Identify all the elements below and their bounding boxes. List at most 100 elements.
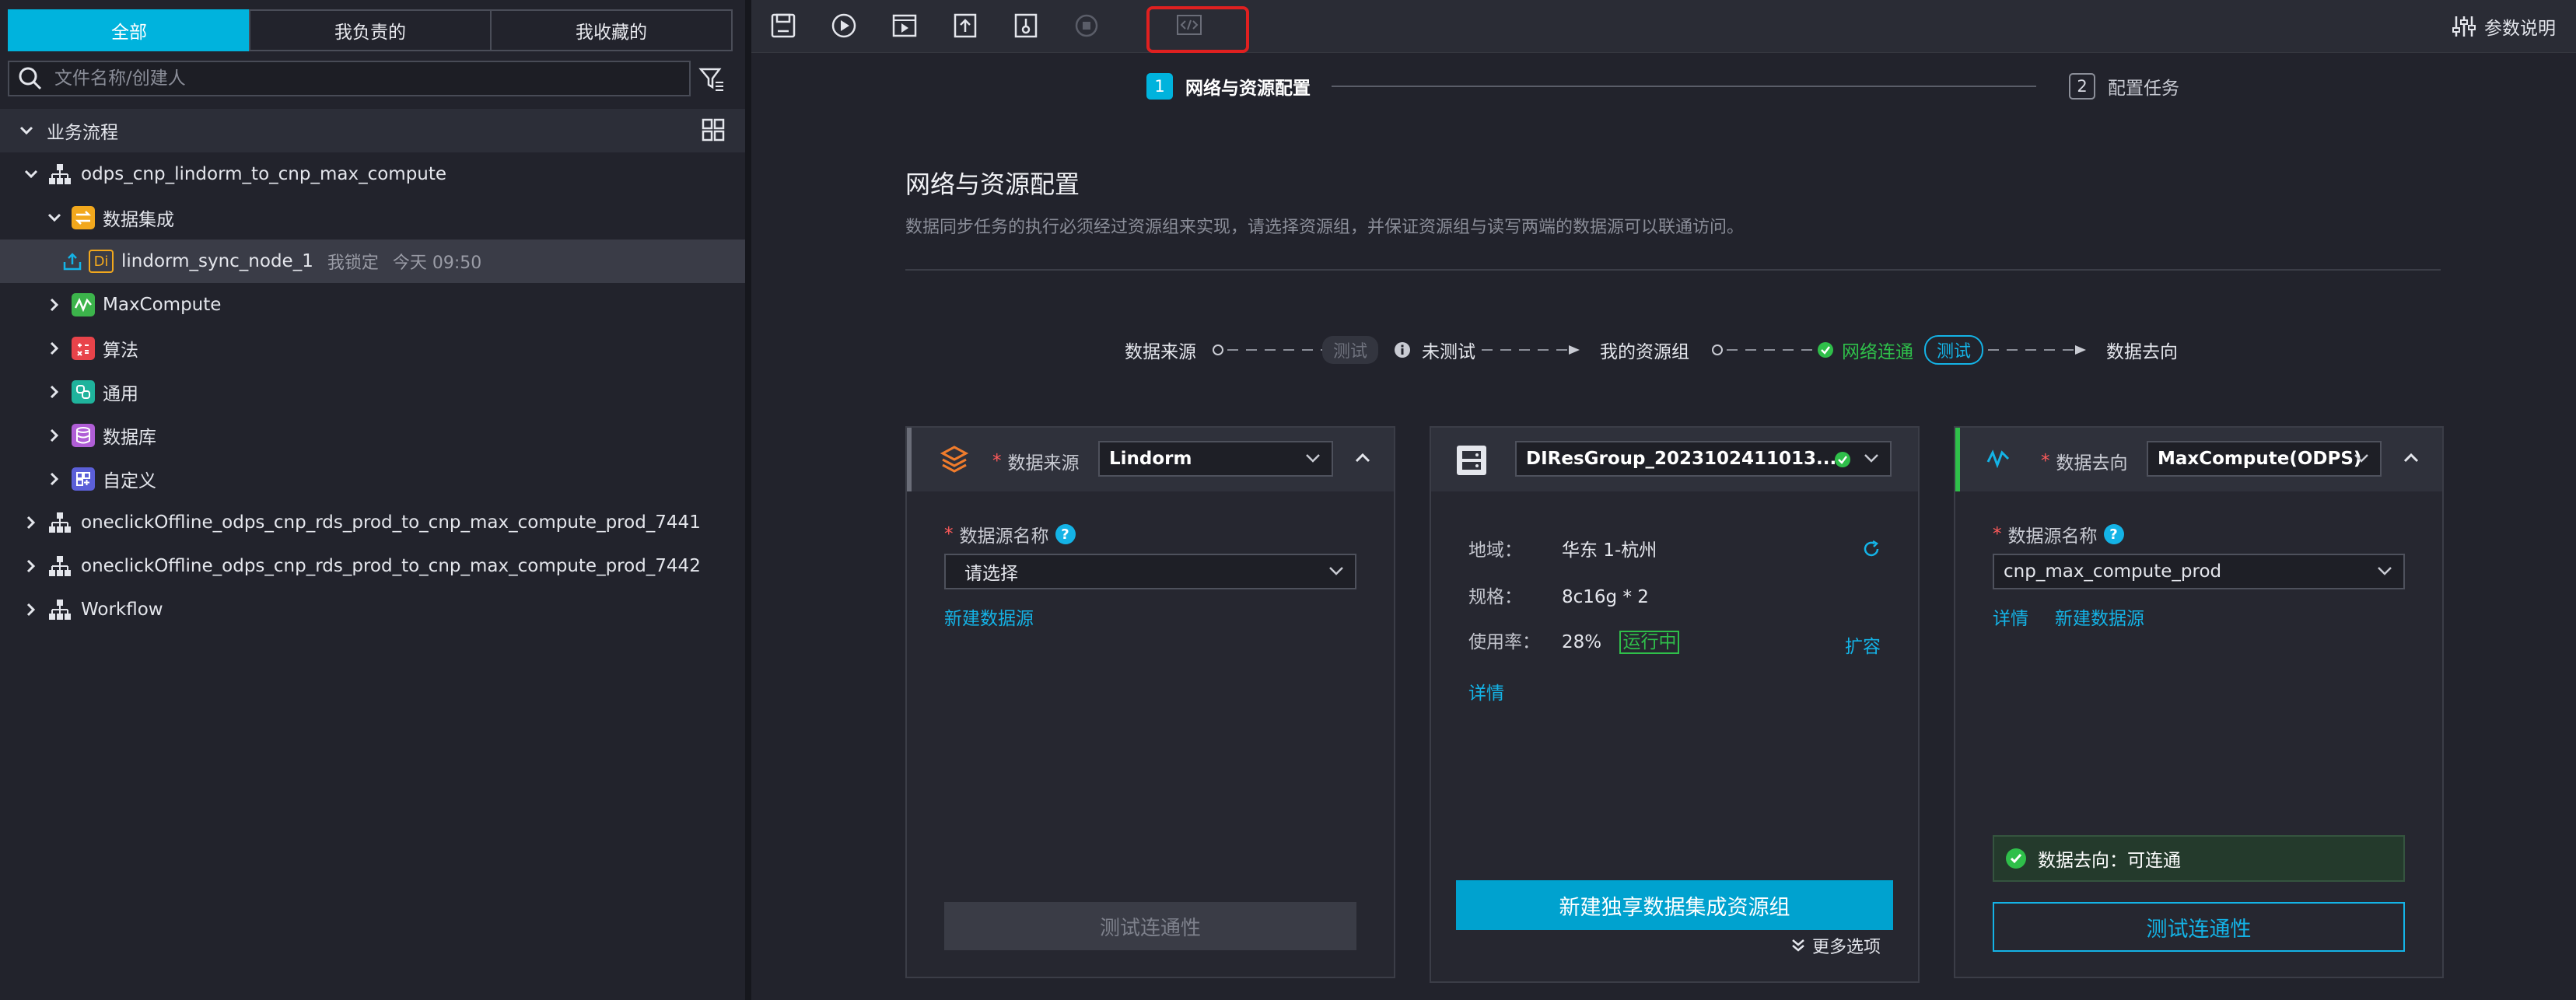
flow-icon <box>48 163 72 185</box>
spec-key: 规格： <box>1468 587 1522 607</box>
tree-item-algorithm[interactable]: 算法 <box>0 327 745 370</box>
chevron-right-icon <box>23 515 39 530</box>
tree-item-database[interactable]: 数据库 <box>0 414 745 457</box>
connectivity-status-banner: 数据去向：可连通 <box>1993 835 2405 882</box>
modified-time: 今天 09:50 <box>392 253 482 273</box>
tab-all[interactable]: 全部 <box>8 9 250 51</box>
tree-item-data-integration[interactable]: 数据集成 <box>0 196 745 240</box>
test-connectivity-button[interactable]: 测试连通性 <box>944 902 1356 950</box>
destination-datasource-select[interactable]: cnp_max_compute_prod <box>1993 554 2405 589</box>
source-card-header: * 数据来源 Lindorm <box>907 428 1394 491</box>
source-type-select[interactable]: Lindorm <box>1098 441 1333 477</box>
tab-label: 全部 <box>111 23 147 43</box>
param-doc-label: 参数说明 <box>2484 19 2556 39</box>
tree-item-label: MaxCompute <box>103 295 222 315</box>
grid-view-icon[interactable] <box>702 118 725 142</box>
collapse-chevron-icon[interactable] <box>2403 453 2419 463</box>
tree-item-label: Workflow <box>81 600 163 620</box>
lock-status: 我锁定 <box>327 253 379 273</box>
tree-item-flow[interactable]: Workflow <box>0 588 745 631</box>
new-datasource-link[interactable]: 新建数据源 <box>944 603 1034 630</box>
tree-item-flow[interactable]: oneclickOffline_odps_cnp_rds_prod_to_cnp… <box>0 501 745 544</box>
test-button-disabled[interactable]: 测试 <box>1322 336 1379 364</box>
flow-icon <box>48 555 72 577</box>
destination-label: * 数据去向 <box>2041 448 2128 474</box>
tree-item-label: 数据集成 <box>103 210 174 230</box>
source-label: * 数据来源 <box>992 448 1080 474</box>
toolbar: 参数说明 <box>751 0 2576 53</box>
save-icon[interactable] <box>768 11 798 40</box>
submit-icon[interactable] <box>950 11 980 40</box>
tree-item-flow[interactable]: odps_cnp_lindorm_to_cnp_max_compute <box>0 152 745 196</box>
step-1[interactable]: 1 网络与资源配置 <box>1146 73 1311 100</box>
step-label: 网络与资源配置 <box>1185 79 1311 99</box>
flow-icon <box>48 599 72 621</box>
test-connectivity-button[interactable]: 测试连通性 <box>1993 902 2405 952</box>
panel-divider[interactable] <box>745 0 751 1000</box>
source-label-text: 数据来源 <box>1007 453 1080 474</box>
step-label: 配置任务 <box>2108 79 2179 99</box>
help-icon[interactable]: ? <box>2103 524 2124 544</box>
flow-source-label: 数据来源 <box>1125 342 1196 362</box>
required-mark: * <box>992 451 1002 471</box>
step-connector <box>1332 86 2036 87</box>
tree-item-label: 数据库 <box>103 428 156 448</box>
run-icon[interactable] <box>829 11 859 40</box>
button-label: 新建独享数据集成资源组 <box>1559 895 1790 920</box>
server-icon <box>1454 443 1489 477</box>
search-input[interactable] <box>54 68 661 89</box>
tab-mine[interactable]: 我负责的 <box>249 9 492 51</box>
tree-item-flow[interactable]: oneclickOffline_odps_cnp_rds_prod_to_cnp… <box>0 544 745 588</box>
dash-line <box>1727 348 1815 352</box>
tree-item-node-selected[interactable]: Di lindorm_sync_node_1 我锁定 今天 09:50 <box>0 240 745 283</box>
param-doc-button[interactable]: 参数说明 <box>2452 11 2556 42</box>
details-link[interactable]: 详情 <box>1993 603 2028 630</box>
new-resource-group-button[interactable]: 新建独享数据集成资源组 <box>1456 880 1893 930</box>
section-description: 数据同步任务的执行必须经过资源组来实现，请选择资源组，并保证资源组与读写两端的数… <box>905 218 1745 237</box>
tree-item-label: lindorm_sync_node_1 <box>121 251 313 271</box>
untested-label: 未测试 <box>1422 342 1476 362</box>
details-link[interactable]: 详情 <box>1468 678 1504 705</box>
resource-group-card-header: DIResGroup_2023102411013... <box>1431 428 1918 491</box>
refresh-icon[interactable] <box>1862 540 1881 558</box>
settings-sliders-icon <box>2452 14 2476 39</box>
run-with-params-icon[interactable] <box>890 11 919 40</box>
resource-group-select[interactable]: DIResGroup_2023102411013... <box>1515 441 1892 477</box>
tree-item-label: oneclickOffline_odps_cnp_rds_prod_to_cnp… <box>81 512 701 533</box>
status-text: 数据去向：可连通 <box>2038 851 2181 871</box>
chevron-right-icon <box>47 384 62 400</box>
highlight-box <box>1146 6 1249 53</box>
destination-type-select[interactable]: MaxCompute(ODPS) <box>2147 441 2382 477</box>
filter-icon[interactable] <box>698 65 725 92</box>
select-value: cnp_max_compute_prod <box>2004 561 2222 582</box>
tab-favorites[interactable]: 我收藏的 <box>490 9 733 51</box>
group-business-flow[interactable]: 业务流程 <box>0 109 745 152</box>
database-icon <box>72 424 95 447</box>
tree-item-general[interactable]: 通用 <box>0 370 745 414</box>
step-2[interactable]: 2 配置任务 <box>2069 73 2179 100</box>
maxcompute-icon <box>72 293 95 316</box>
status-badge: 运行中 <box>1619 631 1680 654</box>
chevron-right-icon <box>47 297 62 313</box>
expand-link[interactable]: 扩容 <box>1845 631 1881 658</box>
more-options-toggle[interactable]: 更多选项 <box>1790 933 1881 958</box>
stop-icon[interactable] <box>1072 11 1101 40</box>
chevron-down-icon <box>1305 453 1321 463</box>
step-number: 2 <box>2069 73 2095 100</box>
lindorm-icon <box>940 445 969 474</box>
chevron-down-icon <box>2377 565 2392 576</box>
new-datasource-link[interactable]: 新建数据源 <box>2055 603 2144 630</box>
chevron-down-icon <box>1328 565 1344 576</box>
source-datasource-select[interactable]: 请选择 <box>944 554 1356 589</box>
collapse-chevron-icon[interactable] <box>1355 453 1370 463</box>
publish-icon[interactable] <box>1011 11 1041 40</box>
source-card: * 数据来源 Lindorm * 数据源名称? 请选择 新建数据源 测试连通性 <box>905 426 1395 978</box>
spec-row: 规格： 8c16g * 2 <box>1468 582 1649 608</box>
step-number: 1 <box>1146 73 1173 100</box>
tree-item-maxcompute[interactable]: MaxCompute <box>0 283 745 327</box>
chevron-down-icon <box>47 210 62 226</box>
tree-item-label: 算法 <box>103 341 138 361</box>
tree-item-custom[interactable]: 自定义 <box>0 457 745 501</box>
help-icon[interactable]: ? <box>1055 524 1076 544</box>
test-button[interactable]: 测试 <box>1924 335 1984 365</box>
